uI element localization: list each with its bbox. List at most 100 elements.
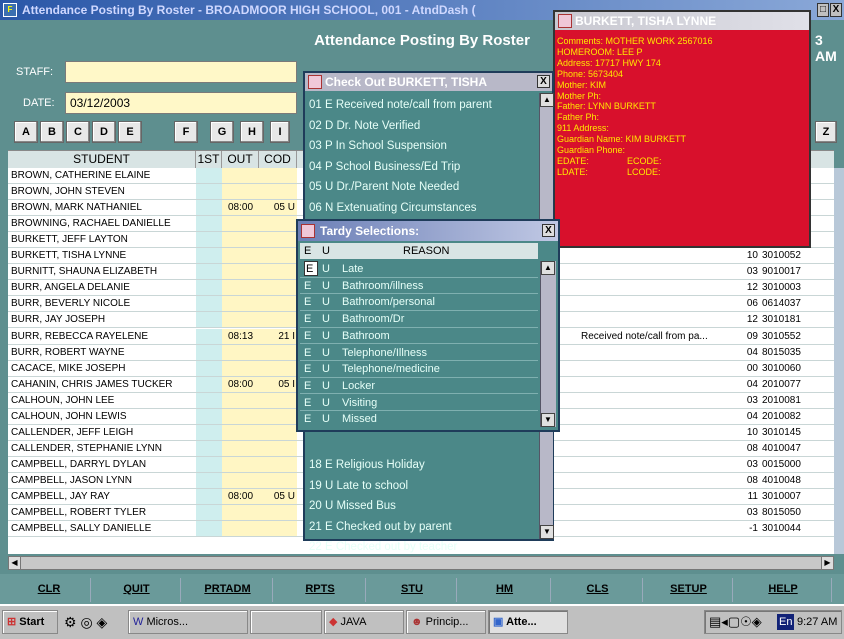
out-time-cell[interactable] — [222, 505, 259, 521]
scroll-up-icon[interactable]: ▲ — [541, 261, 555, 275]
restore-button[interactable]: □ — [817, 3, 829, 17]
code-cell[interactable] — [259, 440, 297, 456]
checkout-close-button[interactable]: X — [537, 75, 550, 88]
checkout-option[interactable]: 22 E Checked out by teacher — [309, 537, 537, 557]
taskbar-item-blank[interactable] — [250, 610, 322, 634]
checkout-titlebar[interactable]: Check Out BURKETT, TISHA — [305, 73, 552, 91]
letter-f-button[interactable]: F — [174, 121, 198, 143]
first-period-cell[interactable] — [196, 456, 222, 472]
out-time-cell[interactable] — [222, 248, 259, 264]
letter-g-button[interactable]: G — [210, 121, 234, 143]
code-cell[interactable] — [259, 280, 297, 296]
code-cell[interactable] — [259, 505, 297, 521]
first-period-cell[interactable] — [196, 280, 222, 296]
fkey-setup-button[interactable]: SETUP — [645, 578, 733, 602]
grid-vscroll[interactable] — [834, 168, 844, 554]
close-button[interactable]: X — [830, 3, 842, 17]
tardy-option[interactable]: E U Missed — [300, 411, 538, 427]
checkout-option[interactable]: 05 U Dr./Parent Note Needed — [309, 177, 537, 197]
out-time-cell[interactable] — [222, 440, 259, 456]
code-cell[interactable] — [259, 360, 297, 376]
out-time-cell[interactable] — [222, 232, 259, 248]
out-time-cell[interactable] — [222, 216, 259, 232]
start-button[interactable]: ⊞ Start — [2, 610, 58, 634]
tardy-option[interactable]: E U Visiting — [300, 395, 538, 412]
taskbar-item-word[interactable]: W Micros... — [128, 610, 248, 634]
code-cell[interactable] — [259, 264, 297, 280]
quicklaunch-icons[interactable]: ⚙ ◎ ◈ — [64, 612, 124, 632]
staff-field[interactable] — [65, 61, 297, 83]
out-time-cell[interactable] — [222, 472, 259, 488]
first-period-cell[interactable] — [196, 376, 222, 392]
letter-d-button[interactable]: D — [92, 121, 116, 143]
out-time-cell[interactable] — [222, 296, 259, 312]
taskbar-item-java[interactable]: ◆ JAVA — [324, 610, 404, 634]
out-time-cell[interactable]: 08:00 — [222, 489, 259, 505]
scroll-up-icon[interactable]: ▲ — [540, 93, 554, 107]
out-time-cell[interactable] — [222, 392, 259, 408]
first-period-cell[interactable] — [196, 168, 222, 184]
first-period-cell[interactable] — [196, 216, 222, 232]
code-cell[interactable] — [259, 296, 297, 312]
out-time-cell[interactable]: 08:00 — [222, 200, 259, 216]
first-period-cell[interactable] — [196, 200, 222, 216]
first-period-cell[interactable] — [196, 328, 222, 344]
first-period-cell[interactable] — [196, 232, 222, 248]
out-time-cell[interactable]: 08:13 — [222, 328, 259, 344]
letter-h-button[interactable]: H — [240, 121, 264, 143]
checkout-option[interactable]: 01 E Received note/call from parent — [309, 95, 537, 115]
first-period-cell[interactable] — [196, 344, 222, 360]
letter-b-button[interactable]: B — [40, 121, 64, 143]
scroll-down-icon[interactable]: ▼ — [540, 525, 554, 539]
first-period-cell[interactable] — [196, 248, 222, 264]
letter-i-button[interactable]: I — [270, 121, 290, 143]
code-cell[interactable] — [259, 184, 297, 200]
tardy-option[interactable]: E U Telephone/medicine — [300, 361, 538, 378]
checkout-option[interactable]: 18 E Religious Holiday — [309, 455, 537, 475]
checkout-option[interactable]: 03 P In School Suspension — [309, 136, 537, 156]
letter-c-button[interactable]: C — [66, 121, 90, 143]
tardy-titlebar[interactable]: Tardy Selections: — [298, 221, 558, 241]
first-period-cell[interactable] — [196, 440, 222, 456]
code-cell[interactable] — [259, 168, 297, 184]
code-cell[interactable] — [259, 248, 297, 264]
checkout-option[interactable]: 21 E Checked out by parent — [309, 517, 537, 537]
first-period-cell[interactable] — [196, 312, 222, 328]
checkout-option[interactable]: 06 N Extenuating Circumstances — [309, 198, 537, 218]
grid-hscroll[interactable]: ◀ ▶ — [8, 556, 834, 570]
first-period-cell[interactable] — [196, 360, 222, 376]
out-time-cell[interactable] — [222, 408, 259, 424]
out-time-cell[interactable] — [222, 280, 259, 296]
first-period-cell[interactable] — [196, 424, 222, 440]
out-time-cell[interactable] — [222, 312, 259, 328]
code-cell[interactable] — [259, 232, 297, 248]
out-time-cell[interactable]: 08:00 — [222, 376, 259, 392]
out-time-cell[interactable] — [222, 168, 259, 184]
tardy-close-button[interactable]: X — [542, 224, 555, 237]
tray-icons[interactable]: ▤◂▢☉◈ — [709, 611, 762, 633]
code-cell[interactable] — [259, 408, 297, 424]
fkey-hm-button[interactable]: HM — [459, 578, 551, 602]
column-student[interactable]: STUDENT — [8, 151, 196, 169]
fkey-help-button[interactable]: HELP — [735, 578, 832, 602]
fkey-quit-button[interactable]: QUIT — [93, 578, 181, 602]
column-out[interactable]: OUT — [222, 151, 259, 169]
code-cell[interactable]: 05 U — [259, 489, 297, 505]
first-period-cell[interactable] — [196, 408, 222, 424]
code-cell[interactable] — [259, 312, 297, 328]
out-time-cell[interactable] — [222, 424, 259, 440]
tardy-option[interactable]: E U Locker — [300, 378, 538, 395]
code-cell[interactable] — [259, 424, 297, 440]
first-period-cell[interactable] — [196, 296, 222, 312]
code-cell[interactable]: 21 I — [259, 328, 297, 344]
code-cell[interactable] — [259, 456, 297, 472]
out-time-cell[interactable] — [222, 521, 259, 537]
letter-z-button[interactable]: Z — [815, 121, 837, 143]
letter-e-button[interactable]: E — [118, 121, 142, 143]
code-cell[interactable]: 05 U — [259, 200, 297, 216]
tardy-option[interactable]: E U Bathroom/personal — [300, 294, 538, 311]
out-time-cell[interactable] — [222, 360, 259, 376]
column-cod[interactable]: COD — [259, 151, 297, 169]
tardy-option[interactable]: E U Bathroom/illness — [300, 278, 538, 295]
taskbar-item-attendance[interactable]: ▣ Atte... — [488, 610, 568, 634]
